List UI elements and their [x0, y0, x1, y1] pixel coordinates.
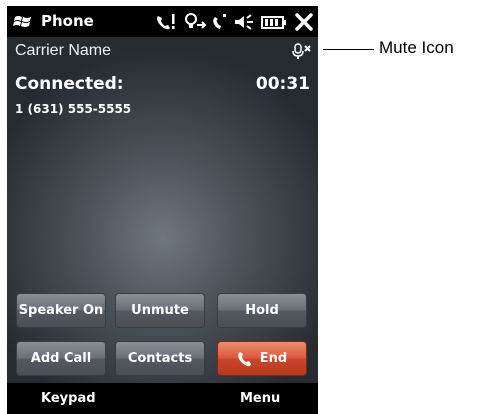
hold-button[interactable]: Hold	[217, 293, 307, 328]
add-call-button[interactable]: Add Call	[16, 341, 106, 376]
end-call-label: End	[259, 351, 288, 366]
phone-screen: Phone Carrier Name Connected: 00:31 1 (6…	[7, 6, 318, 414]
call-screen: Carrier Name Connected: 00:31 1 (631) 55…	[7, 37, 318, 383]
phone-handset-icon	[237, 351, 251, 366]
call-active-icon	[157, 14, 175, 30]
soft-key-bar: Keypad Menu	[7, 383, 318, 414]
mute-icon-callout: Mute Icon	[379, 38, 454, 57]
menu-softkey[interactable]: Menu	[240, 391, 280, 406]
close-icon[interactable]	[295, 13, 313, 31]
microphone-muted-icon	[292, 43, 311, 59]
volume-icon[interactable]	[233, 13, 255, 31]
battery-icon[interactable]	[261, 13, 287, 31]
speaker-on-button[interactable]: Speaker On	[16, 293, 106, 328]
call-duration: 00:31	[255, 74, 310, 94]
add-call-label: Add Call	[30, 351, 92, 366]
callout-line	[323, 49, 374, 50]
hold-label: Hold	[245, 303, 279, 318]
phone-number: 1 (631) 555-5555	[15, 102, 132, 116]
speaker-on-label: Speaker On	[18, 303, 104, 318]
app-title: Phone	[41, 12, 94, 30]
call-forwarding-icon	[185, 13, 207, 29]
contacts-button[interactable]: Contacts	[115, 341, 205, 376]
carrier-name: Carrier Name	[15, 42, 112, 59]
signal-icon	[213, 14, 226, 29]
unmute-label: Unmute	[131, 303, 189, 318]
contacts-label: Contacts	[127, 351, 193, 366]
windows-logo-icon[interactable]	[13, 15, 33, 29]
call-status: Connected:	[15, 74, 124, 94]
status-bar: Phone	[7, 6, 318, 37]
keypad-softkey[interactable]: Keypad	[41, 391, 96, 406]
unmute-button[interactable]: Unmute	[115, 293, 205, 328]
end-call-button[interactable]: End	[217, 341, 307, 376]
